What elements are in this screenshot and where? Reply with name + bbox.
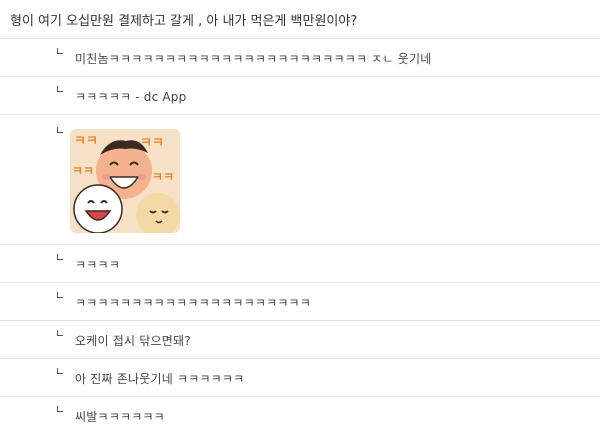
reply-arrow-icon — [57, 48, 63, 54]
reply-arrow-icon — [57, 254, 63, 260]
comment-text: ㅋㅋㅋㅋ — [75, 258, 120, 272]
reply-arrow-icon — [57, 127, 63, 133]
svg-text:ㅋㅋ: ㅋㅋ — [152, 170, 174, 184]
svg-text:ㅋㅋ: ㅋㅋ — [74, 134, 98, 149]
comment-text: 미친놈ㅋㅋㅋㅋㅋㅋㅋㅋㅋㅋㅋㅋㅋㅋㅋㅋㅋㅋㅋㅋㅋㅋㅋ ㅈㄴ 웃기네 — [75, 52, 432, 66]
reply-arrow-icon — [57, 368, 63, 374]
reply-arrow-icon — [57, 330, 63, 336]
comment-item: 미친놈ㅋㅋㅋㅋㅋㅋㅋㅋㅋㅋㅋㅋㅋㅋㅋㅋㅋㅋㅋㅋㅋㅋㅋ ㅈㄴ 웃기네 — [0, 38, 600, 76]
comment-text: 아 진짜 존나웃기네 ㅋㅋㅋㅋㅋㅋ — [75, 372, 245, 386]
comment-item: ㅋㅋㅋㅋㅋ - dc App — [0, 76, 600, 114]
reply-arrow-icon — [57, 86, 63, 92]
reply-arrow-icon — [57, 292, 63, 298]
comment-item: 오케이 접시 닦으면돼? — [0, 320, 600, 358]
comment-item: ㅋㅋㅋㅋㅋㅋㅋㅋㅋㅋㅋㅋㅋㅋㅋㅋㅋㅋㅋㅋㅋ — [0, 282, 600, 320]
comment-text: ㅋㅋㅋㅋㅋ - dc App — [75, 90, 187, 104]
comment-item: ㅋㅋ ㅋㅋ ㅋㅋ ㅋㅋ — [0, 114, 600, 244]
comment-text: 씨발ㅋㅋㅋㅋㅋㅋ — [75, 410, 165, 424]
comment-item: 아 진짜 존나웃기네 ㅋㅋㅋㅋㅋㅋ — [0, 358, 600, 396]
comment-text: ㅋㅋㅋㅋㅋㅋㅋㅋㅋㅋㅋㅋㅋㅋㅋㅋㅋㅋㅋㅋㅋ — [75, 296, 312, 310]
comment-item: 씨발ㅋㅋㅋㅋㅋㅋ — [0, 396, 600, 436]
comment-list: 미친놈ㅋㅋㅋㅋㅋㅋㅋㅋㅋㅋㅋㅋㅋㅋㅋㅋㅋㅋㅋㅋㅋㅋㅋ ㅈㄴ 웃기네 ㅋㅋㅋㅋㅋ … — [0, 38, 600, 436]
comment-item: ㅋㅋㅋㅋ — [0, 244, 600, 282]
laughing-faces-emoticon: ㅋㅋ ㅋㅋ ㅋㅋ ㅋㅋ — [70, 129, 180, 233]
comment-text: 오케이 접시 닦으면돼? — [75, 334, 191, 348]
reply-arrow-icon — [57, 406, 63, 412]
svg-text:ㅋㅋ: ㅋㅋ — [72, 164, 94, 178]
post-title: 형이 여기 오십만원 결제하고 갈게 , 아 내가 먹은게 백만원이야? — [10, 14, 358, 29]
